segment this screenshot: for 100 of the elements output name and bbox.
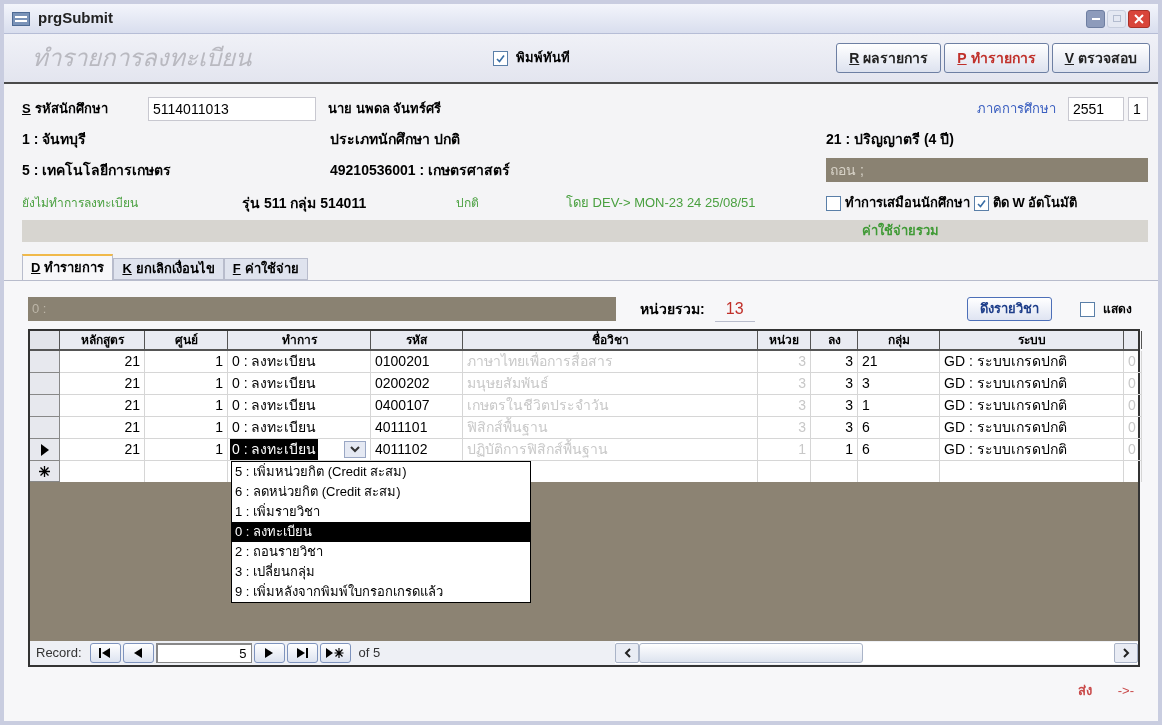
table-cell-text: 21 <box>124 352 140 371</box>
row-selector[interactable] <box>30 439 60 461</box>
checkbox-label: พิมพ์ทันที <box>516 49 571 68</box>
column-header: รหัส <box>371 331 463 349</box>
column-header: ระบบ <box>940 331 1124 349</box>
campus-text: 1 : จันทบุรี <box>22 129 88 150</box>
minimize-button[interactable] <box>1086 9 1105 28</box>
first-record-icon <box>99 648 112 658</box>
term-field[interactable]: 1 <box>1128 97 1148 121</box>
scroll-left-button[interactable] <box>615 643 639 663</box>
checkbox[interactable] <box>974 195 989 211</box>
table-cell-text: 1 <box>215 396 223 415</box>
student-id-field[interactable]: 5114011013 <box>148 97 316 121</box>
checkbox-label: ติด W อัตโนมัติ <box>993 194 1078 213</box>
table-cell-text: 3 <box>862 374 870 393</box>
faculty-text: 5 : เทคโนโลยีการเกษตร <box>22 160 173 180</box>
table-cell-text: GD : ระบบเกรดปกติ <box>944 440 1067 459</box>
table-cell-text: 3 <box>845 352 853 371</box>
toolbar-button[interactable]: P ทำรายการ <box>944 43 1049 73</box>
table-cell-text: GD : ระบบเกรดปกติ <box>944 352 1067 371</box>
total-cost-label: ค่าใช้จ่ายรวม <box>862 221 939 241</box>
toolbar-button[interactable]: V ตรวจสอบ <box>1051 43 1150 73</box>
table-cell-text: 1 <box>215 352 223 371</box>
checkbox-label: ทำการเสมือนนักศึกษา <box>845 194 970 213</box>
column-header: หลักสูตร <box>60 331 145 349</box>
next-record-icon <box>265 648 274 658</box>
column-header: หน่วย <box>758 331 811 349</box>
horizontal-scrollbar[interactable] <box>615 642 1138 664</box>
checkbox-label: แสดง <box>1103 301 1132 318</box>
left-chevron-icon <box>623 648 631 658</box>
column-header: ศูนย์ <box>145 331 228 349</box>
tab[interactable]: D ทำรายการ <box>22 254 114 280</box>
table-cell-text: GD : ระบบเกรดปกติ <box>944 396 1067 415</box>
table-cell-text: 3 <box>845 418 853 437</box>
current-row-icon <box>40 443 49 456</box>
cohort-text: รุ่น 511 กลุ่ม 514011 <box>242 193 368 214</box>
last-record-button[interactable] <box>286 643 318 663</box>
table-cell-text: 3 <box>845 374 853 393</box>
checkbox[interactable] <box>493 50 509 66</box>
form-icon <box>12 11 30 26</box>
column-header: ชื่อวิชา <box>463 331 758 349</box>
close-icon <box>1134 13 1144 24</box>
column-header: ทำการ <box>228 331 371 349</box>
previous-record-button[interactable] <box>122 643 154 663</box>
checkbox[interactable] <box>1080 301 1095 317</box>
checkbox[interactable] <box>826 195 841 211</box>
row-selector[interactable] <box>30 461 60 482</box>
year-field[interactable]: 2551 <box>1068 97 1124 121</box>
column-header: ลง <box>811 331 858 349</box>
table-cell-text: 6 <box>862 418 870 437</box>
next-record-button[interactable] <box>253 643 285 663</box>
dropdown-option[interactable]: 0 : ลงทะเบียน <box>232 522 530 542</box>
total-units-value: 13 <box>714 296 755 322</box>
table-cell-text: 0200202 <box>375 374 430 393</box>
withdraw-bar: ถอน ; <box>826 158 1148 182</box>
new-record-button[interactable] <box>319 643 351 663</box>
degree-level-text: 21 : ปริญญาตรี (4 ปี) <box>826 129 954 150</box>
table-cell-text: 4011102 <box>375 440 428 459</box>
combo-box-value[interactable]: 0 : ลงทะเบียน <box>230 439 319 460</box>
table-cell-text: 21 <box>862 352 878 371</box>
check-icon <box>495 52 507 64</box>
term-label: ภาคการศึกษา <box>977 100 1056 119</box>
table-cell-text: 4011101 <box>375 418 428 437</box>
table-cell-text: 1 <box>215 440 223 459</box>
first-record-button[interactable] <box>89 643 121 663</box>
new-record-icon <box>326 648 345 658</box>
record-number-field[interactable]: 5 <box>155 643 252 663</box>
table-cell-text: 0400107 <box>375 396 430 415</box>
table-cell-text: 21 <box>124 418 140 437</box>
program-text: 49210536001 : เกษตรศาสตร์ <box>330 160 512 180</box>
table-cell-text: 6 <box>862 440 870 459</box>
tab[interactable]: F ค่าใช้จ่าย <box>223 258 308 280</box>
column-header: กลุ่ม <box>858 331 940 349</box>
send-label: ส่ง <box>1077 682 1092 700</box>
table-cell-text: 0 : ลงทะเบียน <box>232 352 317 371</box>
record-count: of 5 <box>358 644 381 663</box>
close-button[interactable] <box>1128 9 1150 28</box>
table-cell-text: 21 <box>124 374 140 393</box>
status-text: ยังไม่ทำการลงทะเบียน <box>22 195 139 212</box>
scroll-right-button[interactable] <box>1114 643 1138 663</box>
toolbar-button[interactable]: R ผลรายการ <box>836 43 942 73</box>
scroll-thumb[interactable] <box>639 643 863 663</box>
table-cell-text: 21 <box>124 440 140 459</box>
tab[interactable]: K ยกเลิกเงื่อนไข <box>113 258 224 280</box>
table-cell-text: 21 <box>124 396 140 415</box>
record-label: Record: <box>36 644 82 663</box>
fetch-courses-button[interactable]: ดึงรายวิชา <box>967 297 1052 321</box>
table-cell-text: 1 <box>215 374 223 393</box>
status-text: ปกติ <box>456 195 480 212</box>
student-type-text: ประเภทนักศึกษา ปกติ <box>330 129 461 149</box>
check-icon <box>976 197 987 209</box>
field-label: S รหัสนักศึกษา <box>22 100 109 119</box>
caret-icon <box>350 446 360 453</box>
table-cell-text: 1 <box>845 440 853 459</box>
right-chevron-icon <box>1122 648 1130 658</box>
table-cell-text: 1 <box>862 396 870 415</box>
student-name: นาย นพดล จันทร์ศรี <box>328 100 443 119</box>
table-cell-text: GD : ระบบเกรดปกติ <box>944 418 1067 437</box>
table-cell-text: GD : ระบบเกรดปกติ <box>944 374 1067 393</box>
dropdown-button[interactable] <box>344 441 366 458</box>
